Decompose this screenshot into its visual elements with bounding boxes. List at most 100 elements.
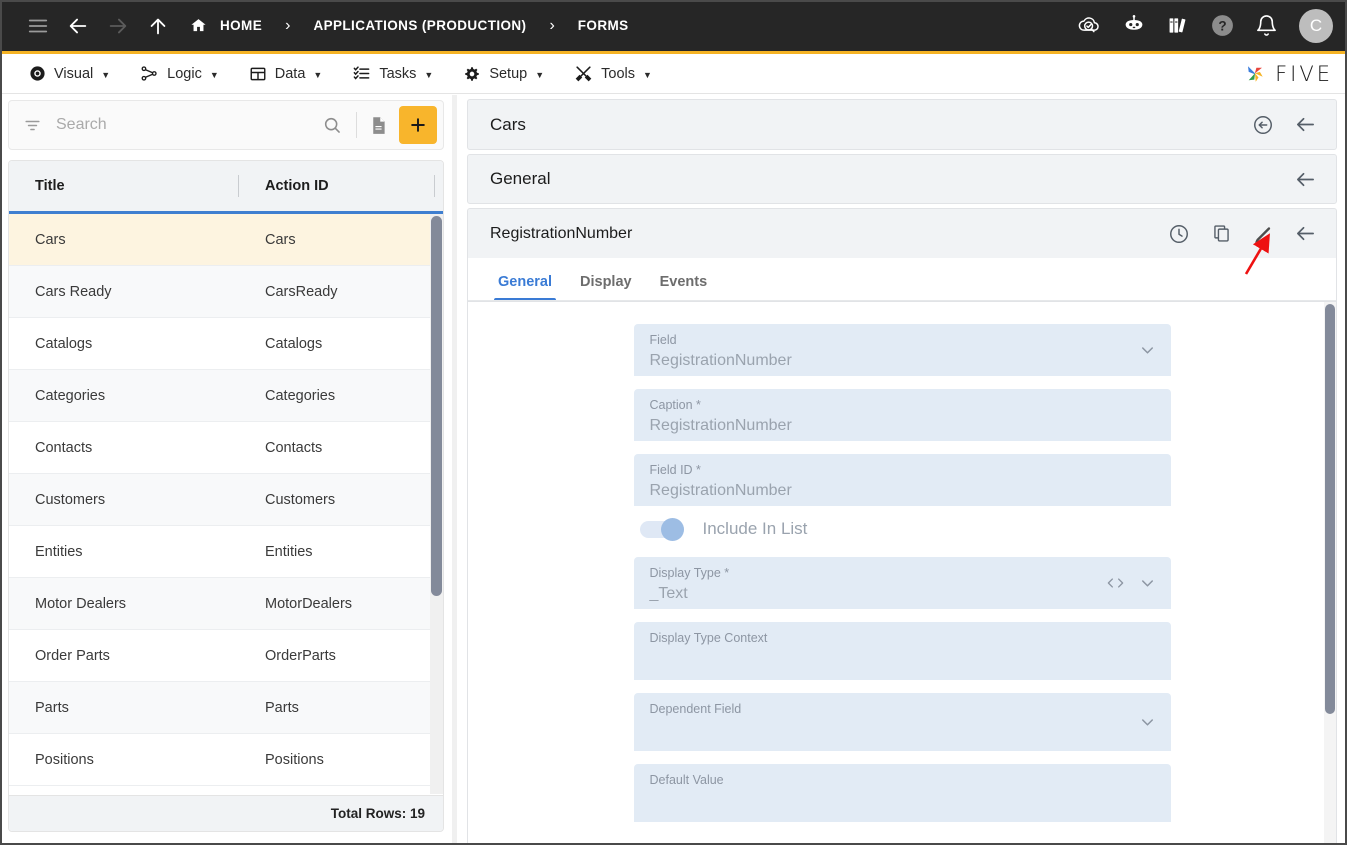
search-bar [8, 100, 444, 150]
table-row[interactable]: Cars Cars [9, 214, 443, 266]
field-default-value[interactable]: Default Value [633, 764, 1171, 822]
menu-label-data: Data [274, 65, 306, 82]
column-header-title[interactable]: Title [9, 161, 239, 213]
table-row[interactable]: Categories Categories [9, 370, 443, 422]
cell-action-id: OrderParts [265, 647, 336, 664]
close-panel-arrow-icon[interactable] [1286, 106, 1324, 144]
cell-title: Catalogs [35, 335, 93, 352]
field-field-id[interactable]: Field ID * RegistrationNumber [633, 454, 1171, 506]
eye-icon [29, 65, 46, 82]
table-row[interactable]: Motor Dealers MotorDealers [9, 578, 443, 630]
breadcrumb-separator-2: › [549, 16, 555, 34]
field-value[interactable]: RegistrationNumber [650, 413, 1155, 438]
field-value[interactable] [650, 646, 1155, 647]
menu-label-tools: Tools [601, 65, 635, 82]
table-row[interactable]: Entities Entities [9, 526, 443, 578]
form-fields-list: Field RegistrationNumber Caption * Registra… [468, 302, 1336, 822]
field-value[interactable]: RegistrationNumber [650, 478, 1155, 503]
field-display-type[interactable]: Display Type * _Text [633, 557, 1171, 609]
menu-item-tasks[interactable]: Tasks ▼ [337, 54, 448, 94]
grid-scrollbar-thumb[interactable] [431, 216, 442, 596]
forms-grid: Title Action ID Cars Cars Cars Ready CarsRe… [8, 160, 444, 832]
detail-actions-level1 [1244, 106, 1336, 144]
menu-item-tools[interactable]: Tools ▼ [559, 54, 667, 94]
bell-icon[interactable] [1249, 9, 1283, 43]
form-scrollbar-track[interactable] [1324, 302, 1336, 845]
breadcrumb-label-home: HOME [220, 18, 263, 33]
cell-title: Categories [35, 387, 106, 404]
cell-action-id: Catalogs [265, 335, 323, 352]
field-value[interactable] [650, 788, 1155, 789]
cell-title: Parts [35, 699, 69, 716]
close-panel-arrow-icon[interactable] [1286, 160, 1324, 198]
back-arrow-icon[interactable] [58, 6, 98, 46]
search-icon[interactable] [312, 115, 352, 135]
avatar[interactable]: C [1299, 8, 1333, 43]
history-back-icon[interactable] [1244, 106, 1282, 144]
cloud-check-icon[interactable] [1073, 9, 1107, 43]
grid-scrollbar-track[interactable] [430, 214, 443, 794]
menu-item-logic[interactable]: Logic ▼ [125, 54, 234, 94]
menu-item-setup[interactable]: Setup ▼ [448, 54, 559, 94]
form-scrollbar-thumb[interactable] [1325, 304, 1335, 714]
grid-body: Cars Cars Cars Ready CarsReady Catalogs Catal… [9, 214, 443, 794]
chevron-down-icon: ▼ [101, 69, 111, 80]
robot-icon[interactable] [1117, 9, 1151, 43]
breadcrumb-item-applications[interactable]: APPLICATIONS (PRODUCTION) [309, 18, 530, 33]
form-detail-pane: Cars General RegistrationNumber General … [457, 95, 1347, 845]
tab-display[interactable]: Display [566, 274, 646, 301]
forward-arrow-icon[interactable] [98, 6, 138, 46]
application-menu-bar: Visual ▼ Logic ▼ Data ▼ Tasks ▼ Setup ▼ [0, 54, 1347, 94]
search-input[interactable] [42, 116, 312, 134]
field-label: Display Type Context [649, 631, 768, 645]
clock-icon[interactable] [1160, 215, 1198, 253]
table-row[interactable]: Catalogs Catalogs [9, 318, 443, 370]
table-row[interactable]: Parts Parts [9, 682, 443, 734]
column-header-action-id[interactable]: Action ID [239, 161, 435, 213]
field-caption[interactable]: Caption * RegistrationNumber [633, 389, 1171, 441]
menu-item-data[interactable]: Data ▼ [234, 54, 338, 94]
cell-action-id: Entities [265, 543, 313, 560]
close-panel-arrow-icon[interactable] [1286, 215, 1324, 253]
edit-pencil-icon[interactable] [1244, 215, 1282, 253]
field-value[interactable]: _Text [650, 581, 1155, 606]
breadcrumb-item-home[interactable]: HOME [178, 17, 266, 34]
help-icon[interactable]: ? [1205, 9, 1239, 43]
menu-label-visual: Visual [54, 65, 94, 82]
field-label: Field ID * [649, 463, 701, 477]
breadcrumb-item-forms[interactable]: FORMS [574, 18, 633, 33]
column-resizer[interactable] [434, 174, 435, 197]
field-field[interactable]: Field RegistrationNumber [633, 324, 1171, 376]
detail-header-field: RegistrationNumber [467, 208, 1337, 258]
table-row[interactable]: Order Parts OrderParts [9, 630, 443, 682]
filter-icon[interactable] [23, 116, 42, 135]
books-icon[interactable] [1161, 9, 1195, 43]
field-display-type-context[interactable]: Display Type Context [633, 622, 1171, 680]
up-arrow-icon[interactable] [138, 6, 178, 46]
copy-icon[interactable] [1202, 215, 1240, 253]
table-row[interactable]: Customers Customers [9, 474, 443, 526]
field-dependent-field[interactable]: Dependent Field [633, 693, 1171, 751]
tab-general[interactable]: General [484, 274, 566, 301]
include-in-list-toggle[interactable] [639, 517, 684, 541]
table-row[interactable]: Positions Positions [9, 734, 443, 786]
cell-title: Contacts [35, 439, 93, 456]
document-icon[interactable] [361, 108, 395, 142]
table-row[interactable]: Cars Ready CarsReady [9, 266, 443, 318]
field-value[interactable]: RegistrationNumber [650, 348, 1155, 373]
chevron-down-icon[interactable] [1138, 341, 1157, 360]
menu-icon[interactable] [18, 6, 58, 46]
chevron-down-icon[interactable] [1138, 713, 1157, 732]
chevron-down-icon[interactable] [1138, 574, 1157, 593]
add-icon[interactable] [399, 106, 437, 144]
home-icon [190, 17, 207, 34]
tab-events[interactable]: Events [646, 274, 722, 301]
table-row[interactable]: Contacts Contacts [9, 422, 443, 474]
chevron-down-icon: ▼ [424, 69, 434, 80]
field-value[interactable] [650, 717, 1155, 718]
column-header-title-label: Title [35, 178, 65, 194]
detail-title-cars: Cars [490, 114, 526, 134]
five-brand-logo: FIVE [1241, 60, 1333, 88]
code-editor-icon[interactable] [1106, 576, 1125, 590]
menu-item-visual[interactable]: Visual ▼ [14, 54, 125, 94]
